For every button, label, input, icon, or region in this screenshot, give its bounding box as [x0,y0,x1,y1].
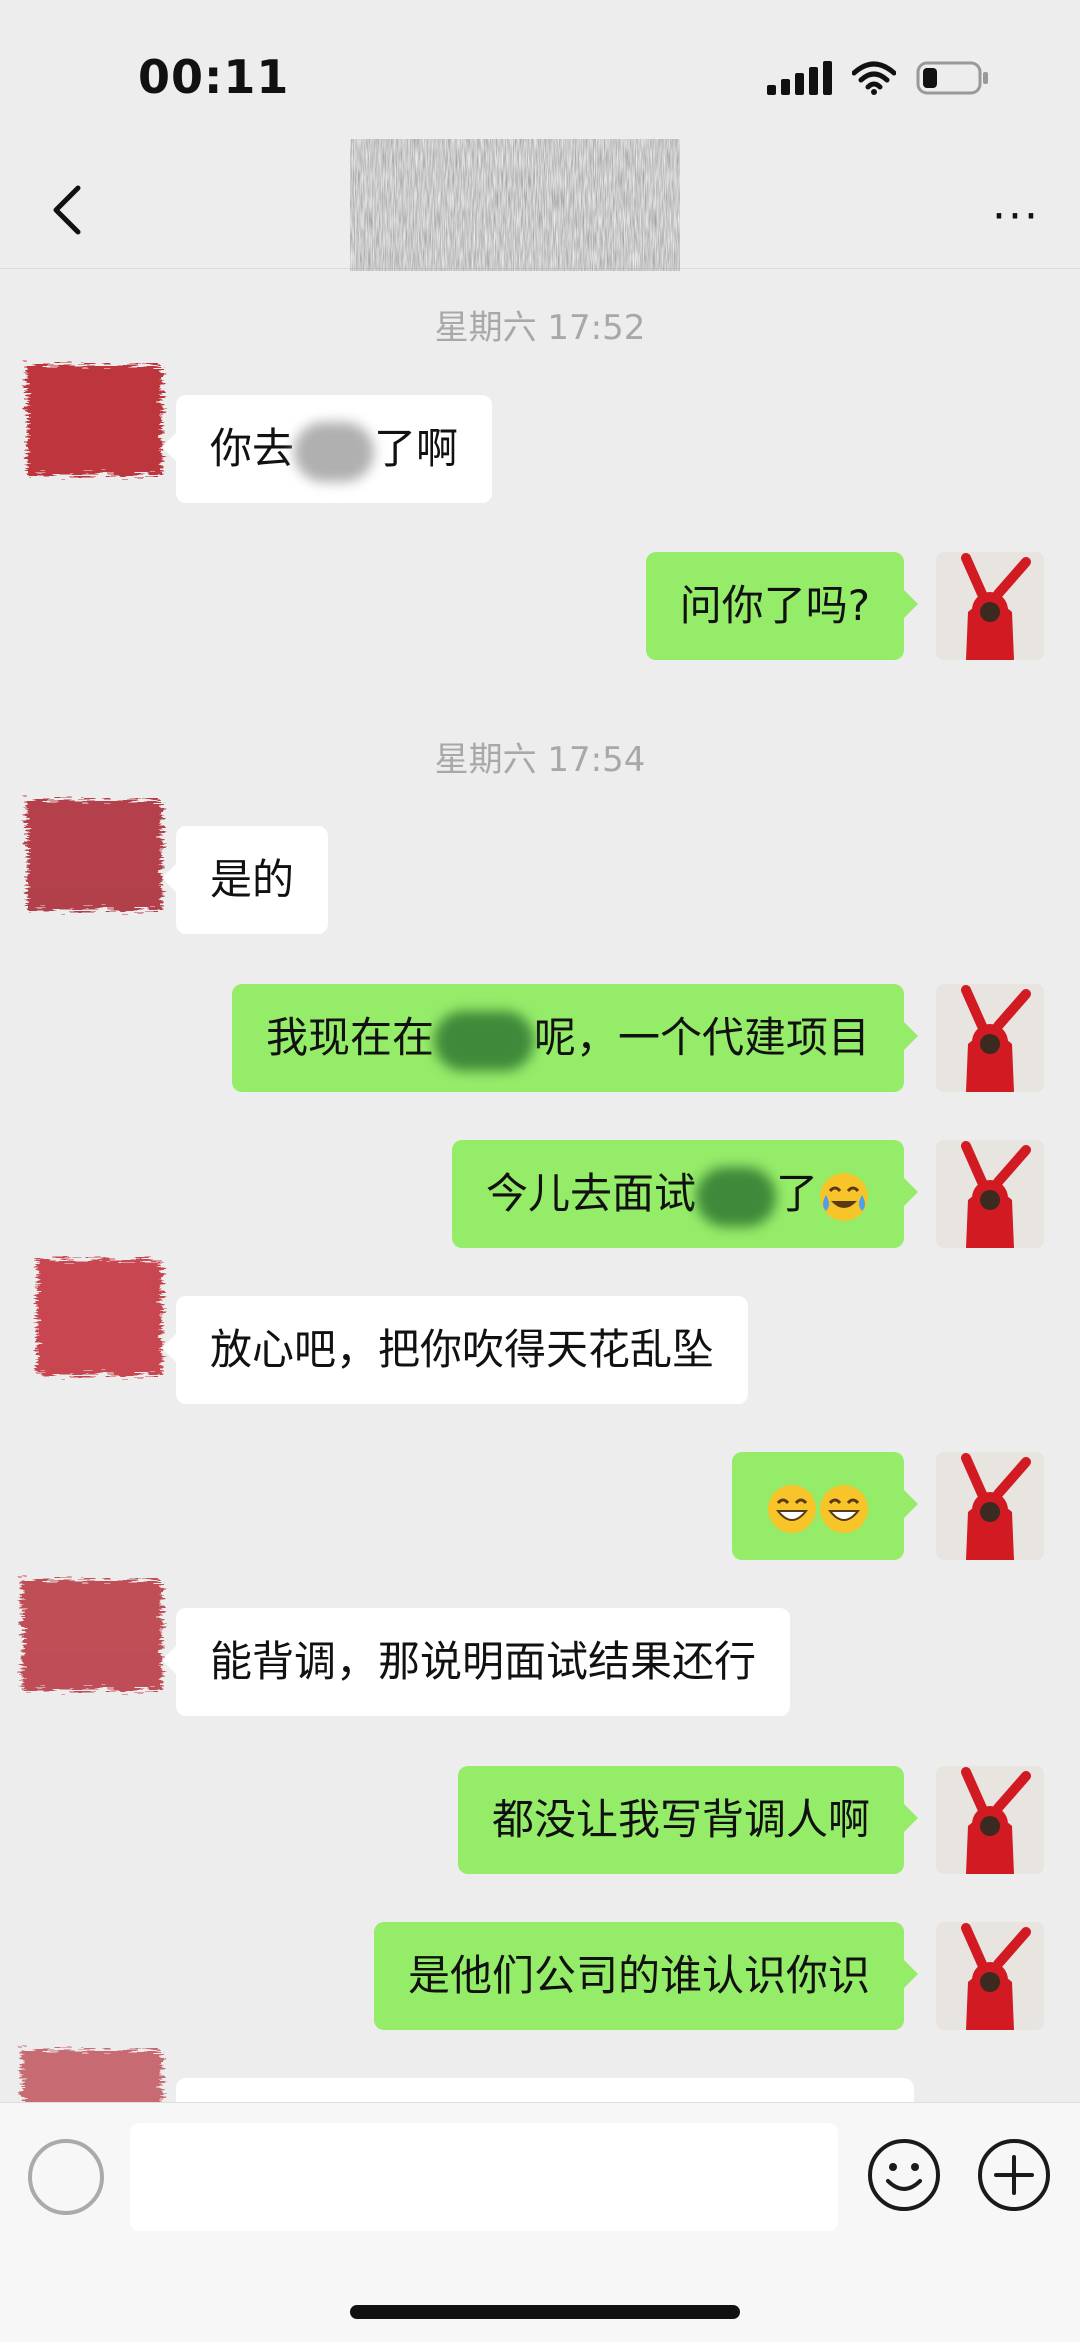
wifi-icon [852,61,896,95]
status-bar: 00:11 [0,0,1080,150]
message-input[interactable] [130,2123,838,2231]
contact-avatar[interactable] [12,1560,172,1710]
message-bubble[interactable]: 是的 [161,826,329,934]
contact-avatar[interactable] [12,1245,172,1395]
message-bubble[interactable]: 能背调，那说明面试结果还行 [161,1608,791,1716]
status-icons [767,60,990,96]
my-avatar[interactable] [936,1922,1044,2030]
my-avatar[interactable] [936,1452,1044,1560]
my-avatar[interactable] [936,552,1044,660]
contact-avatar[interactable] [12,345,172,495]
my-avatar[interactable] [936,984,1044,1092]
message-bubble[interactable]: 今儿去面试了 [451,1140,919,1248]
battery-icon [916,61,988,95]
message-bubble[interactable]: 放心吧，把你吹得天花乱坠 [161,1296,749,1404]
message-bubble[interactable] [732,1452,918,1560]
chat-title-redacted [360,150,670,260]
more-icon[interactable]: ··· [992,195,1040,239]
timestamp: 星期六 17:52 [434,308,646,348]
redacted-text [294,421,375,482]
cellular-signal-icon [767,61,832,95]
grinning-emoji-icon [820,1484,868,1533]
message-bubble[interactable]: 我现在在 呢，一个代建项目 [231,984,919,1092]
message-bubble[interactable]: 都没让我写背调人啊 [457,1766,919,1874]
grinning-emoji-icon [768,1484,816,1533]
contact-avatar[interactable] [12,780,172,930]
status-time: 00:11 [138,50,290,104]
redacted-text [695,1166,776,1227]
emoji-icon[interactable] [866,2137,942,2213]
crying-laughing-emoji-icon [820,1172,868,1221]
plus-icon[interactable] [976,2137,1052,2213]
timestamp: 星期六 17:54 [434,740,646,780]
message-bubble[interactable]: 是他们公司的谁认识你识 [373,1922,919,2030]
my-avatar[interactable] [936,1140,1044,1248]
message-bubble[interactable]: 问你了吗? [645,552,919,660]
message-bubble[interactable]: 你去 了啊 [161,395,493,503]
my-avatar[interactable] [936,1766,1044,1874]
back-chevron-icon[interactable] [40,180,100,240]
nav-bar: ··· [0,150,1080,269]
home-indicator [350,2305,740,2319]
redacted-text [433,1010,534,1071]
voice-icon[interactable] [28,2139,104,2215]
